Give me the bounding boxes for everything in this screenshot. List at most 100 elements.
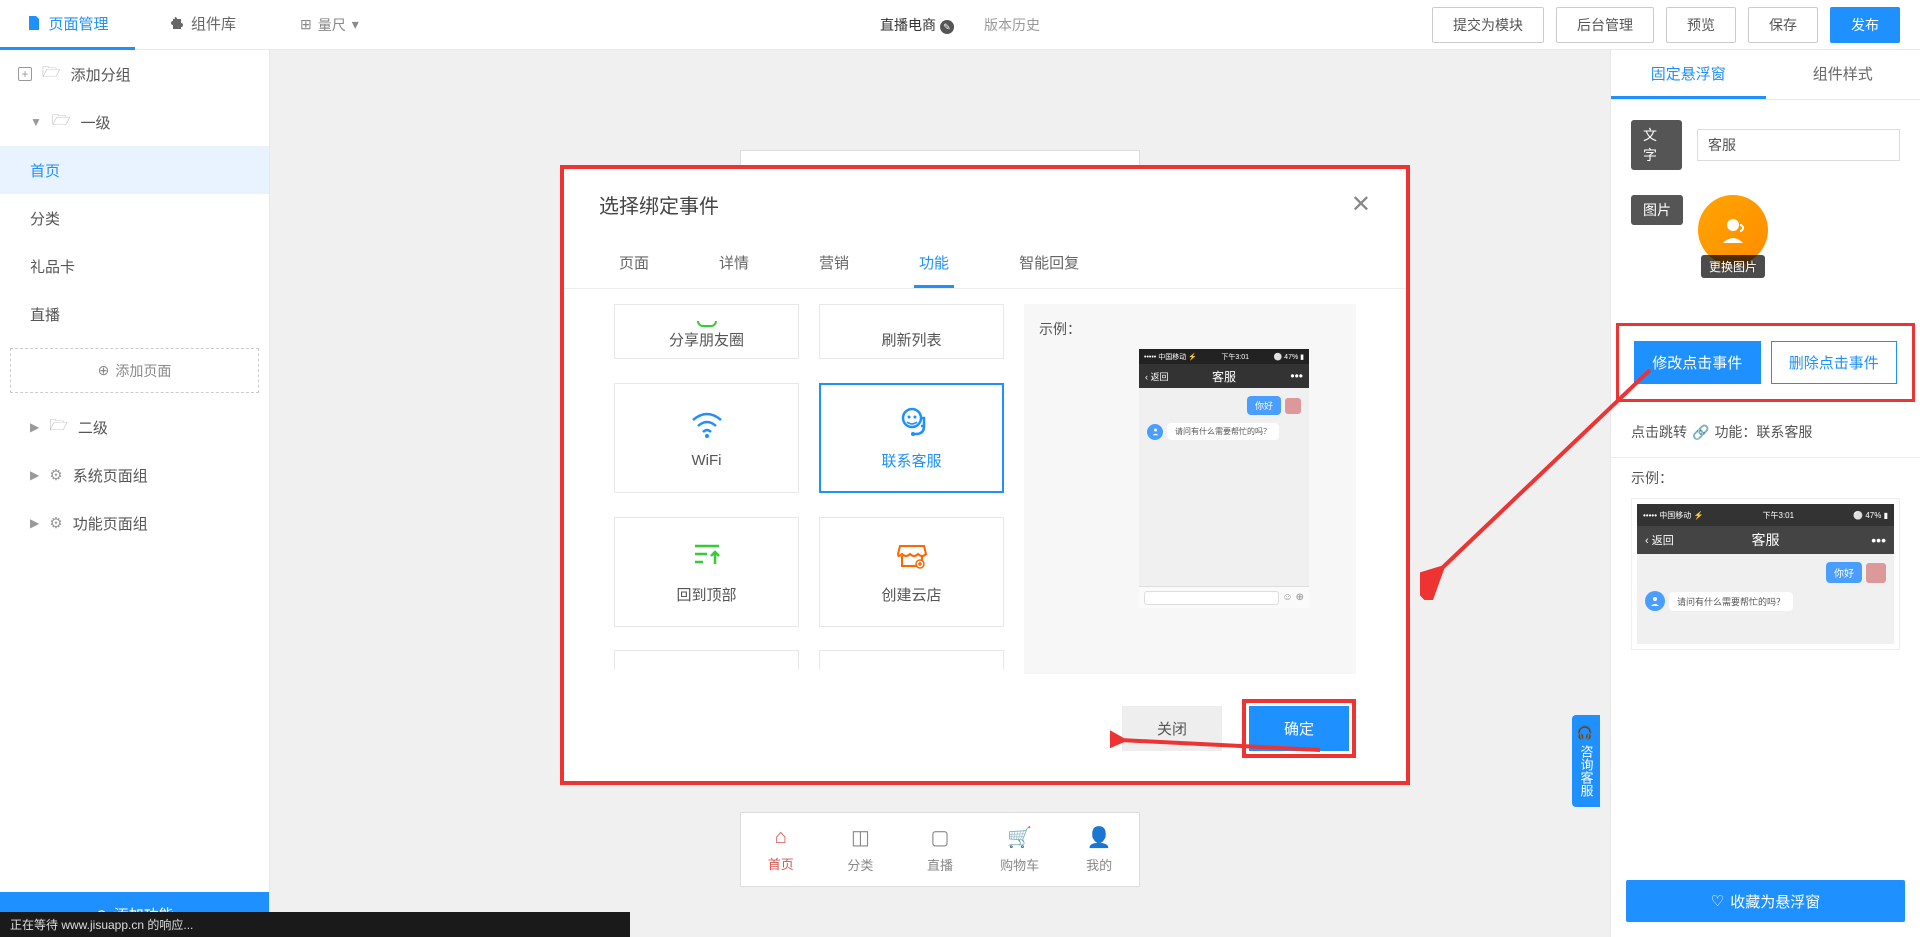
text-input[interactable] — [1697, 129, 1900, 161]
live-icon: ▢ — [931, 825, 950, 850]
caret-icon: ▼ — [30, 115, 42, 129]
folder-label: 功能页面组 — [73, 513, 148, 534]
plus-icon: + — [18, 67, 32, 81]
modal-close-button[interactable]: ✕ — [1351, 190, 1371, 219]
folder-icon: 🗁 — [49, 415, 68, 440]
add-group-label: 添加分组 — [71, 64, 131, 85]
folder-label: 一级 — [81, 112, 111, 133]
wifi-icon — [689, 406, 725, 442]
plus-icon: ⊕ — [1296, 592, 1304, 603]
folder-level1[interactable]: ▼ 🗁 一级 — [0, 98, 269, 146]
modal-tab-marketing[interactable]: 营销 — [814, 239, 854, 288]
page-home[interactable]: 首页 — [0, 146, 269, 194]
event-buttons-highlight: 修改点击事件 删除点击事件 — [1616, 323, 1915, 402]
tabbar-category[interactable]: ◫分类 — [821, 813, 901, 886]
preview-label: 示例： — [1039, 319, 1341, 339]
confirm-highlight: 确定 — [1242, 699, 1356, 758]
tab-label: 组件库 — [191, 13, 236, 34]
caret-icon: ▶ — [30, 516, 39, 530]
properties-panel: 固定悬浮窗 组件样式 文字 图片 模板咨询 更换图片 修改点击事件 删除点击事件… — [1610, 50, 1920, 937]
modify-click-event-button[interactable]: 修改点击事件 — [1634, 341, 1761, 384]
image-label: 图片 — [1631, 195, 1683, 225]
example-label: 示例： — [1611, 468, 1920, 488]
folder-icon: 🗁 — [42, 62, 61, 87]
modal-confirm-btn[interactable]: 确定 — [1249, 706, 1349, 751]
example-preview: ••••• 中国移动 ⚡ 下午3:01 ⚪ 47% ▮ ‹ 返回 客服 ••• … — [1631, 498, 1900, 650]
submit-module-button[interactable]: 提交为模块 — [1432, 7, 1544, 43]
cart-icon: 🛒 — [1007, 825, 1032, 850]
consult-service-side-button[interactable]: 🎧 咨询客服 — [1572, 715, 1600, 807]
gear-icon: ⚙ — [49, 466, 62, 484]
bind-event-modal: 选择绑定事件 ✕ 页面 详情 营销 功能 智能回复 分享朋友圈 刷新列表 WiF… — [560, 165, 1410, 785]
modal-tab-page[interactable]: 页面 — [614, 239, 654, 288]
browser-status-bar: 正在等待 www.jisuapp.cn 的响应... — [0, 912, 630, 937]
save-button[interactable]: 保存 — [1748, 7, 1818, 43]
modal-title: 选择绑定事件 — [599, 190, 719, 219]
tab-page-mgmt[interactable]: 页面管理 — [0, 0, 135, 50]
add-group[interactable]: + 🗁 添加分组 — [0, 50, 269, 98]
option-more[interactable] — [819, 650, 1004, 670]
option-contact-service[interactable]: 联系客服 — [819, 383, 1004, 493]
store-icon — [894, 538, 930, 574]
top-icon — [689, 538, 725, 574]
tab-component-lib[interactable]: 组件库 — [135, 0, 270, 50]
folder-label: 二级 — [78, 417, 108, 438]
text-label: 文字 — [1631, 120, 1682, 170]
folder-sys-pages[interactable]: ▶ ⚙ 系统页面组 — [0, 451, 269, 499]
caret-icon: ▶ — [30, 420, 39, 434]
page-giftcard[interactable]: 礼品卡 — [0, 242, 269, 290]
tab-component-style[interactable]: 组件样式 — [1766, 50, 1920, 99]
preview-pane: 示例： ••••• 中国移动 ⚡ 下午3:01 ⚪ 47% ▮ ‹ 返回 客服 … — [1024, 304, 1356, 674]
option-more[interactable] — [614, 650, 799, 670]
service-avatar — [1645, 591, 1665, 611]
modal-tab-detail[interactable]: 详情 — [714, 239, 754, 288]
user-avatar — [1866, 563, 1886, 583]
backend-button[interactable]: 后台管理 — [1556, 7, 1654, 43]
tabbar-me[interactable]: 👤我的 — [1059, 813, 1139, 886]
preview-button[interactable]: 预览 — [1666, 7, 1736, 43]
tabbar-home[interactable]: ⌂首页 — [741, 813, 821, 886]
emoji-icon: ☺ — [1282, 592, 1292, 603]
caret-icon: ▾ — [352, 16, 359, 33]
option-create-cloud-store[interactable]: 创建云店 — [819, 517, 1004, 627]
add-page-button[interactable]: ⊕ 添加页面 — [10, 348, 259, 393]
user-avatar — [1285, 398, 1301, 414]
gear-icon: ⚙ — [49, 514, 62, 532]
jump-target: 点击跳转 🔗 功能：联系客服 — [1611, 422, 1920, 442]
ruler-button[interactable]: ⊞ 量尺 ▾ — [300, 15, 359, 35]
page-icon — [26, 15, 42, 31]
page-category[interactable]: 分类 — [0, 194, 269, 242]
tabbar-cart[interactable]: 🛒购物车 — [980, 813, 1060, 886]
option-refresh[interactable]: 刷新列表 — [819, 304, 1004, 359]
modal-tab-function[interactable]: 功能 — [914, 239, 954, 288]
caret-icon: ▶ — [30, 468, 39, 482]
folder-icon: 🗁 — [52, 110, 71, 135]
folder-level2[interactable]: ▶ 🗁 二级 — [0, 403, 269, 451]
folder-func-pages[interactable]: ▶ ⚙ 功能页面组 — [0, 499, 269, 547]
service-icon — [1718, 215, 1748, 245]
version-history[interactable]: 版本历史 — [984, 15, 1040, 35]
tabbar-live[interactable]: ▢直播 — [900, 813, 980, 886]
option-back-top[interactable]: 回到顶部 — [614, 517, 799, 627]
sidebar: + 🗁 添加分组 ▼ 🗁 一级 首页 分类 礼品卡 直播 ⊕ 添加页面 ▶ 🗁 … — [0, 50, 270, 937]
folder-label: 系统页面组 — [73, 465, 148, 486]
option-share[interactable]: 分享朋友圈 — [614, 304, 799, 359]
option-wifi[interactable]: WiFi — [614, 383, 799, 493]
chat-input — [1144, 591, 1279, 605]
tab-label: 页面管理 — [48, 13, 108, 34]
service-avatar — [1147, 424, 1163, 440]
ruler-icon: ⊞ — [300, 16, 312, 33]
publish-button[interactable]: 发布 — [1830, 7, 1900, 43]
tab-fixed-float[interactable]: 固定悬浮窗 — [1611, 50, 1766, 99]
page-live[interactable]: 直播 — [0, 290, 269, 338]
replace-image-button[interactable]: 更换图片 — [1701, 255, 1765, 278]
delete-click-event-button[interactable]: 删除点击事件 — [1771, 341, 1898, 384]
headset-icon: 🎧 — [1579, 725, 1594, 741]
link-icon: 🔗 — [1692, 424, 1709, 441]
modal-tab-smart-reply[interactable]: 智能回复 — [1014, 239, 1084, 288]
collect-float-button[interactable]: ♡ 收藏为悬浮窗 — [1626, 880, 1905, 922]
phone-tabbar: ⌂首页 ◫分类 ▢直播 🛒购物车 👤我的 — [740, 812, 1140, 887]
modal-close-btn[interactable]: 关闭 — [1122, 706, 1222, 751]
bookmark-icon: ◫ — [851, 825, 870, 850]
user-icon: 👤 — [1087, 825, 1112, 850]
